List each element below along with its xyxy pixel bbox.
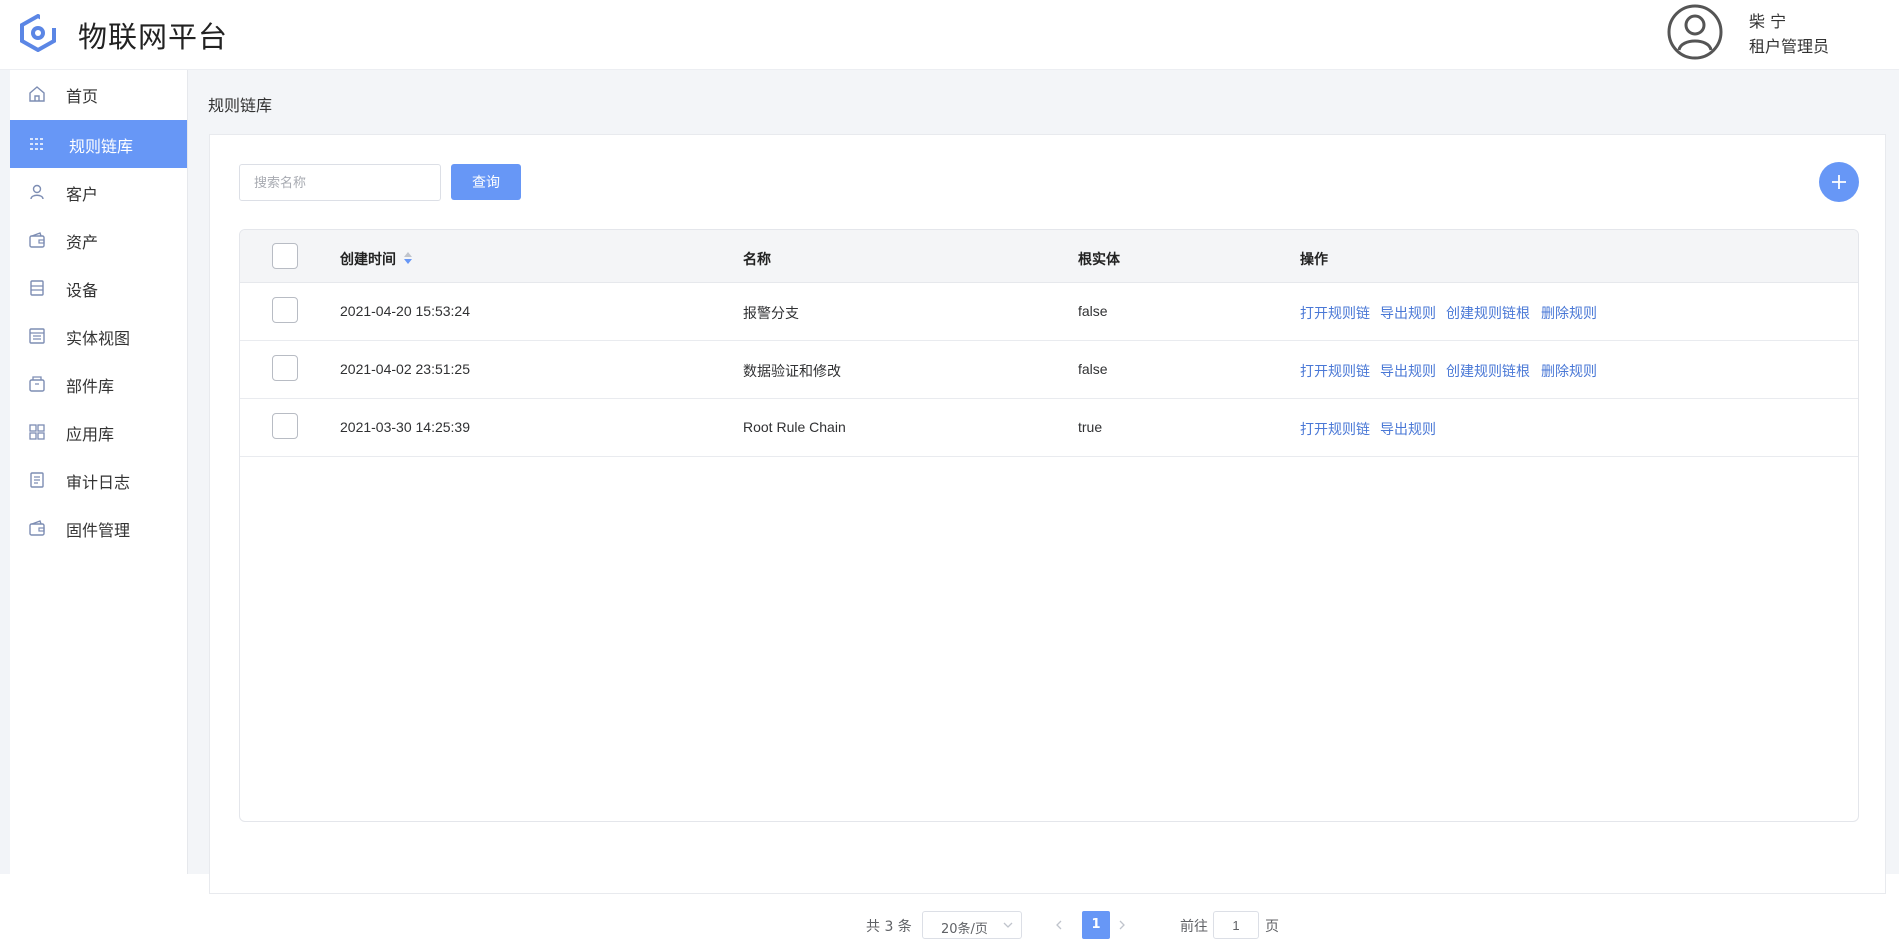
chevron-down-icon <box>1003 922 1013 928</box>
app-grid-icon <box>29 424 45 440</box>
open-rule-chain-link[interactable]: 打开规则链 <box>1300 419 1370 439</box>
sidebar-item-label: 设备 <box>66 281 99 300</box>
sidebar-item-devices[interactable]: 设备 <box>10 264 187 312</box>
goto-label: 前往 <box>1180 919 1208 935</box>
make-root-link[interactable]: 创建规则链根 <box>1446 361 1530 381</box>
export-rule-link[interactable]: 导出规则 <box>1380 303 1436 323</box>
sidebar-item-label: 部件库 <box>66 377 115 396</box>
avatar-icon[interactable] <box>1667 4 1723 60</box>
current-page-button[interactable]: 1 <box>1082 911 1110 939</box>
sidebar-item-audit-logs[interactable]: 审计日志 <box>10 456 187 504</box>
search-input[interactable] <box>239 164 441 201</box>
sidebar-item-label: 客户 <box>66 185 99 204</box>
sidebar-item-label: 固件管理 <box>66 521 131 540</box>
widget-library-icon <box>29 376 45 392</box>
rule-chain-table: 创建时间 名称 根实体 操作 2021-04-20 15:53:24 报警分支 … <box>239 229 1859 822</box>
row-checkbox[interactable] <box>272 297 298 323</box>
pagination: 共 3 条 20条/页 1 前往 页 <box>210 911 1885 939</box>
sidebar-item-assets[interactable]: 资产 <box>10 216 187 264</box>
add-rule-chain-button[interactable] <box>1819 162 1859 202</box>
user-role: 租户管理员 <box>1749 37 1830 56</box>
table-row: 2021-04-20 15:53:24 报警分支 false 打开规则链 导出规… <box>240 283 1858 341</box>
breadcrumb: 规则链库 <box>208 96 273 115</box>
name-cell: 报警分支 <box>743 305 799 321</box>
created-time-cell: 2021-04-20 15:53:24 <box>340 303 470 319</box>
sidebar-item-firmware[interactable]: 固件管理 <box>10 504 187 552</box>
column-header-name: 名称 <box>743 251 771 267</box>
sidebar-item-rule-chains[interactable]: 规则链库 <box>10 120 187 168</box>
page-size-select[interactable]: 20条/页 <box>922 911 1022 939</box>
open-rule-chain-link[interactable]: 打开规则链 <box>1300 303 1370 323</box>
sidebar-item-customers[interactable]: 客户 <box>10 168 187 216</box>
column-header-actions: 操作 <box>1300 251 1328 267</box>
pagination-total: 共 3 条 <box>866 919 912 935</box>
root-cell: false <box>1078 303 1108 319</box>
select-all-checkbox[interactable] <box>272 243 298 269</box>
name-cell: Root Rule Chain <box>743 419 846 435</box>
make-root-link[interactable]: 创建规则链根 <box>1446 303 1530 323</box>
page-size-value: 20条/页 <box>941 922 988 937</box>
table-row: 2021-04-02 23:51:25 数据验证和修改 false 打开规则链 … <box>240 341 1858 399</box>
created-time-cell: 2021-04-02 23:51:25 <box>340 361 470 377</box>
sidebar-item-entity-views[interactable]: 实体视图 <box>10 312 187 360</box>
sidebar-item-label: 审计日志 <box>66 473 131 492</box>
root-cell: true <box>1078 419 1103 435</box>
sidebar-item-widgets[interactable]: 部件库 <box>10 360 187 408</box>
sidebar-item-home[interactable]: 首页 <box>10 70 187 118</box>
audit-log-icon <box>30 472 44 488</box>
rule-chain-icon <box>30 138 44 150</box>
table-row: 2021-03-30 14:25:39 Root Rule Chain true… <box>240 399 1858 457</box>
row-checkbox[interactable] <box>272 413 298 439</box>
query-button[interactable]: 查询 <box>451 164 521 200</box>
user-name: 柴 宁 <box>1749 12 1787 31</box>
wallet-icon <box>29 232 45 248</box>
row-checkbox[interactable] <box>272 355 298 381</box>
firmware-icon <box>29 520 45 536</box>
sidebar-item-label: 规则链库 <box>69 137 134 156</box>
entity-view-icon <box>29 328 45 344</box>
export-rule-link[interactable]: 导出规则 <box>1380 419 1436 439</box>
plus-icon <box>1832 175 1846 189</box>
column-header-created-time[interactable]: 创建时间 <box>340 249 396 269</box>
export-rule-link[interactable]: 导出规则 <box>1380 361 1436 381</box>
delete-rule-link[interactable]: 删除规则 <box>1541 361 1597 381</box>
created-time-cell: 2021-03-30 14:25:39 <box>340 419 470 435</box>
sidebar-item-label: 应用库 <box>66 425 115 444</box>
main-content: 规则链库 查询 创建时间 名称 根实体 操作 2021-04-20 15:53:… <box>188 70 1899 939</box>
logo-icon <box>20 14 58 52</box>
page-label: 页 <box>1265 919 1279 935</box>
chevron-right-icon <box>1119 920 1125 930</box>
content-card: 查询 创建时间 名称 根实体 操作 2021-04-20 15:53:24 报警… <box>209 134 1886 939</box>
prev-page-button[interactable] <box>1045 911 1073 939</box>
app-title: 物联网平台 <box>78 20 229 54</box>
delete-rule-link[interactable]: 删除规则 <box>1541 303 1597 323</box>
root-cell: false <box>1078 361 1108 377</box>
sort-icon[interactable] <box>403 251 413 265</box>
sidebar-item-label: 资产 <box>66 233 99 252</box>
home-icon <box>29 86 45 102</box>
sidebar: 首页 规则链库 客户 资产 设备 实体视图 部件库 应用库 审计日志 固件管理 <box>0 70 188 874</box>
user-icon <box>30 184 44 200</box>
column-header-root: 根实体 <box>1078 251 1120 267</box>
open-rule-chain-link[interactable]: 打开规则链 <box>1300 361 1370 381</box>
sidebar-item-label: 实体视图 <box>66 329 131 348</box>
device-icon <box>30 280 44 296</box>
goto-page-input[interactable] <box>1213 911 1259 939</box>
name-cell: 数据验证和修改 <box>743 363 841 379</box>
sidebar-item-apps[interactable]: 应用库 <box>10 408 187 456</box>
top-header: 物联网平台 柴 宁 租户管理员 <box>0 0 1899 70</box>
sidebar-item-label: 首页 <box>66 87 99 106</box>
table-header: 创建时间 名称 根实体 操作 <box>240 230 1858 283</box>
next-page-button[interactable] <box>1109 911 1137 939</box>
chevron-left-icon <box>1056 920 1062 930</box>
